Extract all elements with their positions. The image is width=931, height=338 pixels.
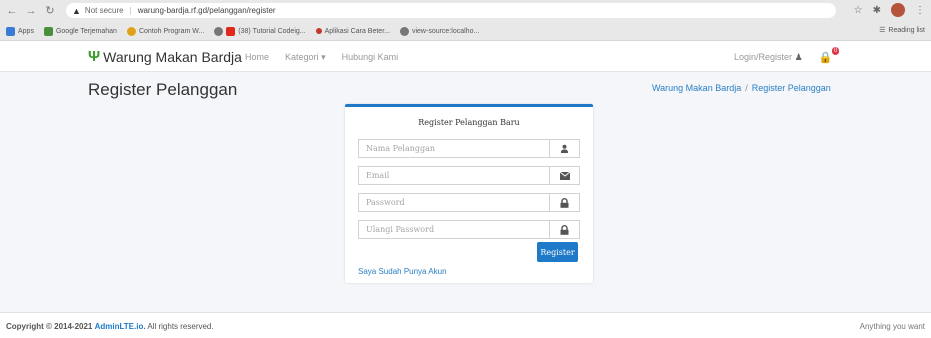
brand-name: Warung Makan Bardja [103,48,242,65]
nav-home[interactable]: Home [245,52,269,63]
reading-list-button[interactable]: ☰ Reading list [879,26,925,35]
caret-down-icon: ▾ [321,52,326,62]
bookmark-label: view-source:localho... [411,27,480,35]
browser-chrome: ← → ↻ ▲ Not secure | warung-bardja.rf.gd… [0,0,931,41]
bookmark-label: Aplikasi Cara Beter... [324,27,390,35]
bookmark-view-source[interactable]: view-source:localho... [399,26,480,36]
content-wrapper: Register Pelanggan Warung Makan Bardja / R… [0,72,931,312]
nav-hubungi-kami[interactable]: Hubungi Kami [342,52,399,63]
back-icon[interactable]: ← [5,4,19,18]
register-button[interactable]: Register [537,242,578,262]
copyright-text: Copyright © 2014-2021 AdminLTE.io. All r… [6,322,214,331]
profile-avatar[interactable] [891,3,905,17]
address-separator: | [129,6,132,15]
nav-right: Login/Register ♟ 🔒 0 [734,47,840,64]
forward-icon[interactable]: → [24,4,38,18]
adminlte-link[interactable]: AdminLTE.io. [95,322,146,331]
user-icon [549,140,579,157]
apps-grid-icon [6,26,15,36]
bookmark-contoh-program[interactable]: Contoh Program W... [126,26,205,36]
ulangi-password-field [358,220,580,239]
google-translate-icon [43,26,53,36]
brand-link[interactable]: Ψ Warung Makan Bardja [88,48,242,65]
card-title: Register Pelanggan Baru [418,118,520,127]
globe-icon [399,26,409,36]
nav-links: Home Kategori ▾ Hubungi Kami [245,52,398,63]
reload-icon[interactable]: ↻ [43,4,57,18]
browser-actions: ☆ ✱ ⋮ [854,3,925,17]
bookmark-label: Contoh Program W... [138,27,205,35]
bookmark-apps[interactable]: Apps [6,26,34,36]
cart-badge: 0 [832,47,840,55]
login-register-label: Login/Register [734,52,793,62]
breadcrumb-home[interactable]: Warung Makan Bardja [652,83,741,93]
password-field [358,193,580,212]
email-input[interactable] [359,167,549,184]
breadcrumb-separator: / [745,83,748,93]
register-card: Register Pelanggan Baru Register [345,104,593,283]
bookmarks-bar: Apps Google Terjemahan Contoh Program W.… [0,22,931,40]
security-label: Not secure [84,6,124,15]
bookmark-label: (38) Tutorial Codeig... [238,27,306,35]
warning-icon: ▲ [72,5,81,16]
lock-icon [549,194,579,211]
envelope-icon [549,167,579,184]
bookmark-tutorial-codeig[interactable]: (38) Tutorial Codeig... [214,26,306,36]
bookmark-label: Apps [18,27,34,35]
email-field [358,166,580,185]
browser-toolbar: ← → ↻ ▲ Not secure | warung-bardja.rf.gd… [0,0,931,21]
bookmark-label: Google Terjemahan [55,27,117,35]
shopping-bag-icon: 🔒 [818,52,833,64]
bookmark-google-terjemahan[interactable]: Google Terjemahan [43,26,117,36]
site-icon [126,26,136,36]
breadcrumb-current[interactable]: Register Pelanggan [752,83,831,93]
top-navbar: Ψ Warung Makan Bardja Home Kategori ▾ Hu… [0,41,931,72]
breadcrumb: Warung Makan Bardja / Register Pelanggan [652,83,831,93]
reading-list-icon: ☰ [879,27,886,34]
url-text[interactable]: warung-bardja.rf.gd/pelanggan/register [138,6,276,15]
ulangi-password-input[interactable] [359,221,549,238]
copyright-suffix: All rights reserved. [147,322,214,331]
page-title: Register Pelanggan [88,80,238,99]
reading-list-label: Reading list [888,26,925,34]
nav-kategori-label: Kategori [285,52,319,62]
login-register-link[interactable]: Login/Register ♟ [734,52,803,63]
bookmark-aplikasi[interactable]: Aplikasi Cara Beter... [315,27,390,35]
cart-button[interactable]: 🔒 0 [818,47,840,64]
user-icon: ♟ [794,52,803,62]
address-bar[interactable]: ▲ Not secure | warung-bardja.rf.gd/pelan… [66,3,836,18]
nav-kategori[interactable]: Kategori ▾ [285,52,326,63]
youtube-icon [226,26,236,36]
extensions-icon[interactable]: ✱ [873,5,881,16]
password-input[interactable] [359,194,549,211]
utensils-icon: Ψ [88,48,101,65]
menu-icon[interactable]: ⋮ [915,5,925,16]
globe-icon [214,26,224,36]
copyright-prefix: Copyright © 2014-2021 [6,322,93,331]
footer-right-text: Anything you want [859,322,925,331]
nama-pelanggan-input[interactable] [359,140,549,157]
already-have-account-link[interactable]: Saya Sudah Punya Akun [358,267,447,276]
lock-icon [549,221,579,238]
footer: Copyright © 2014-2021 AdminLTE.io. All r… [0,312,931,338]
nama-pelanggan-field [358,139,580,158]
star-icon[interactable]: ☆ [854,5,863,16]
site-icon [315,28,322,34]
